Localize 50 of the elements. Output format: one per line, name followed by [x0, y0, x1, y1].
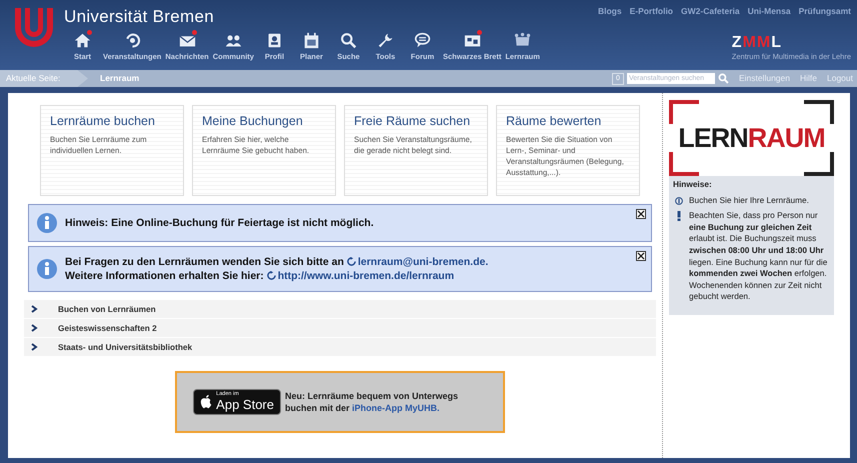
note-text: Buchen Sie hier Ihre Lernräume. — [689, 194, 809, 206]
link[interactable]: lernraum@uni-bremen.de. — [346, 256, 488, 268]
refresh-icon — [346, 257, 356, 266]
tile-title: Räume bewerten — [506, 114, 602, 129]
top-link[interactable]: Uni-Mensa — [748, 6, 791, 16]
tile-title: Freie Räume suchen — [354, 114, 472, 129]
site-title: Universität Bremen — [64, 8, 215, 25]
calendar-icon — [302, 32, 320, 49]
close-button[interactable] — [636, 209, 646, 219]
promo-text: Neu: Lernräume bequem von Unterwegs buchen mit der iPhone-App MyUHB. — [285, 390, 460, 414]
alert-text: Hinweis: Eine Online-Buchung für Feiertage ist nicht möglich. — [65, 216, 374, 230]
lernraum-logo: LERNRAUM — [678, 124, 825, 152]
top-link[interactable]: Blogs — [598, 6, 622, 16]
target-icon — [124, 32, 141, 49]
link[interactable]: http://www.uni-bremen.de/lernraum — [266, 270, 454, 282]
accordion-row[interactable]: Geisteswissenschaften 2 — [24, 319, 656, 338]
breadcrumb-label: Aktuelle Seite: — [0, 70, 88, 87]
corner-bracket-icon — [669, 100, 699, 124]
alert-text: Weitere Informationen erhalten Sie hier: http://www.uni-bremen.de/lernraum — [65, 269, 456, 284]
profile-icon — [266, 32, 283, 49]
zmml-logo: ZMML — [732, 35, 783, 51]
top-link[interactable]: GW2-Cafeteria — [681, 6, 740, 16]
info-icon — [675, 196, 683, 205]
chevron-icon — [30, 343, 38, 352]
exclamation-icon — [675, 211, 683, 222]
accordion-row[interactable]: Buchen von Lernräumen — [24, 300, 656, 320]
speech-bubble-icon — [414, 32, 431, 49]
corner-bracket-icon — [669, 152, 699, 176]
note-text: Beachten Sie, dass pro Person nur eine Buchung zur gleichen Zeit erlaubt ist. Die Buchungszeit muss zwischen 08:00 Uhr und 18:00 Uhr liegen. Eine Buchung kann nur für die kommenden zwei Wochen erfolgen. Wochenenden können zur Zeit nicht gebucht werden. — [689, 210, 828, 304]
info-icon — [37, 259, 57, 280]
top-link[interactable]: Prüfungsamt — [798, 6, 851, 16]
notes-heading: Hinweise: — [673, 179, 713, 191]
corner-bracket-icon — [804, 100, 834, 124]
alert-text: Bei Fragen zu den Lernräumen wenden Sie sich bitte an lernraum@uni-bremen.de. — [65, 255, 488, 270]
info-icon — [37, 213, 57, 233]
link[interactable]: iPhone-App MyUHB. — [352, 403, 440, 414]
tile-title: Meine Buchungen — [202, 114, 304, 129]
top-link[interactable]: E-Portfolio — [630, 6, 674, 16]
chevron-icon — [30, 305, 38, 314]
tile-title: Lernräume buchen — [50, 114, 156, 129]
search-icon — [340, 32, 357, 49]
chevron-icon — [30, 324, 38, 332]
university-logo — [12, 6, 56, 50]
breadcrumb-current: Lernraum — [100, 72, 140, 85]
corner-bracket-icon — [804, 152, 834, 176]
refresh-icon — [266, 271, 276, 280]
close-button[interactable] — [636, 251, 646, 261]
accordion-row[interactable]: Staats- und Universitätsbibliothek — [24, 338, 656, 358]
home-icon — [74, 32, 91, 49]
wrench-icon — [376, 32, 394, 49]
